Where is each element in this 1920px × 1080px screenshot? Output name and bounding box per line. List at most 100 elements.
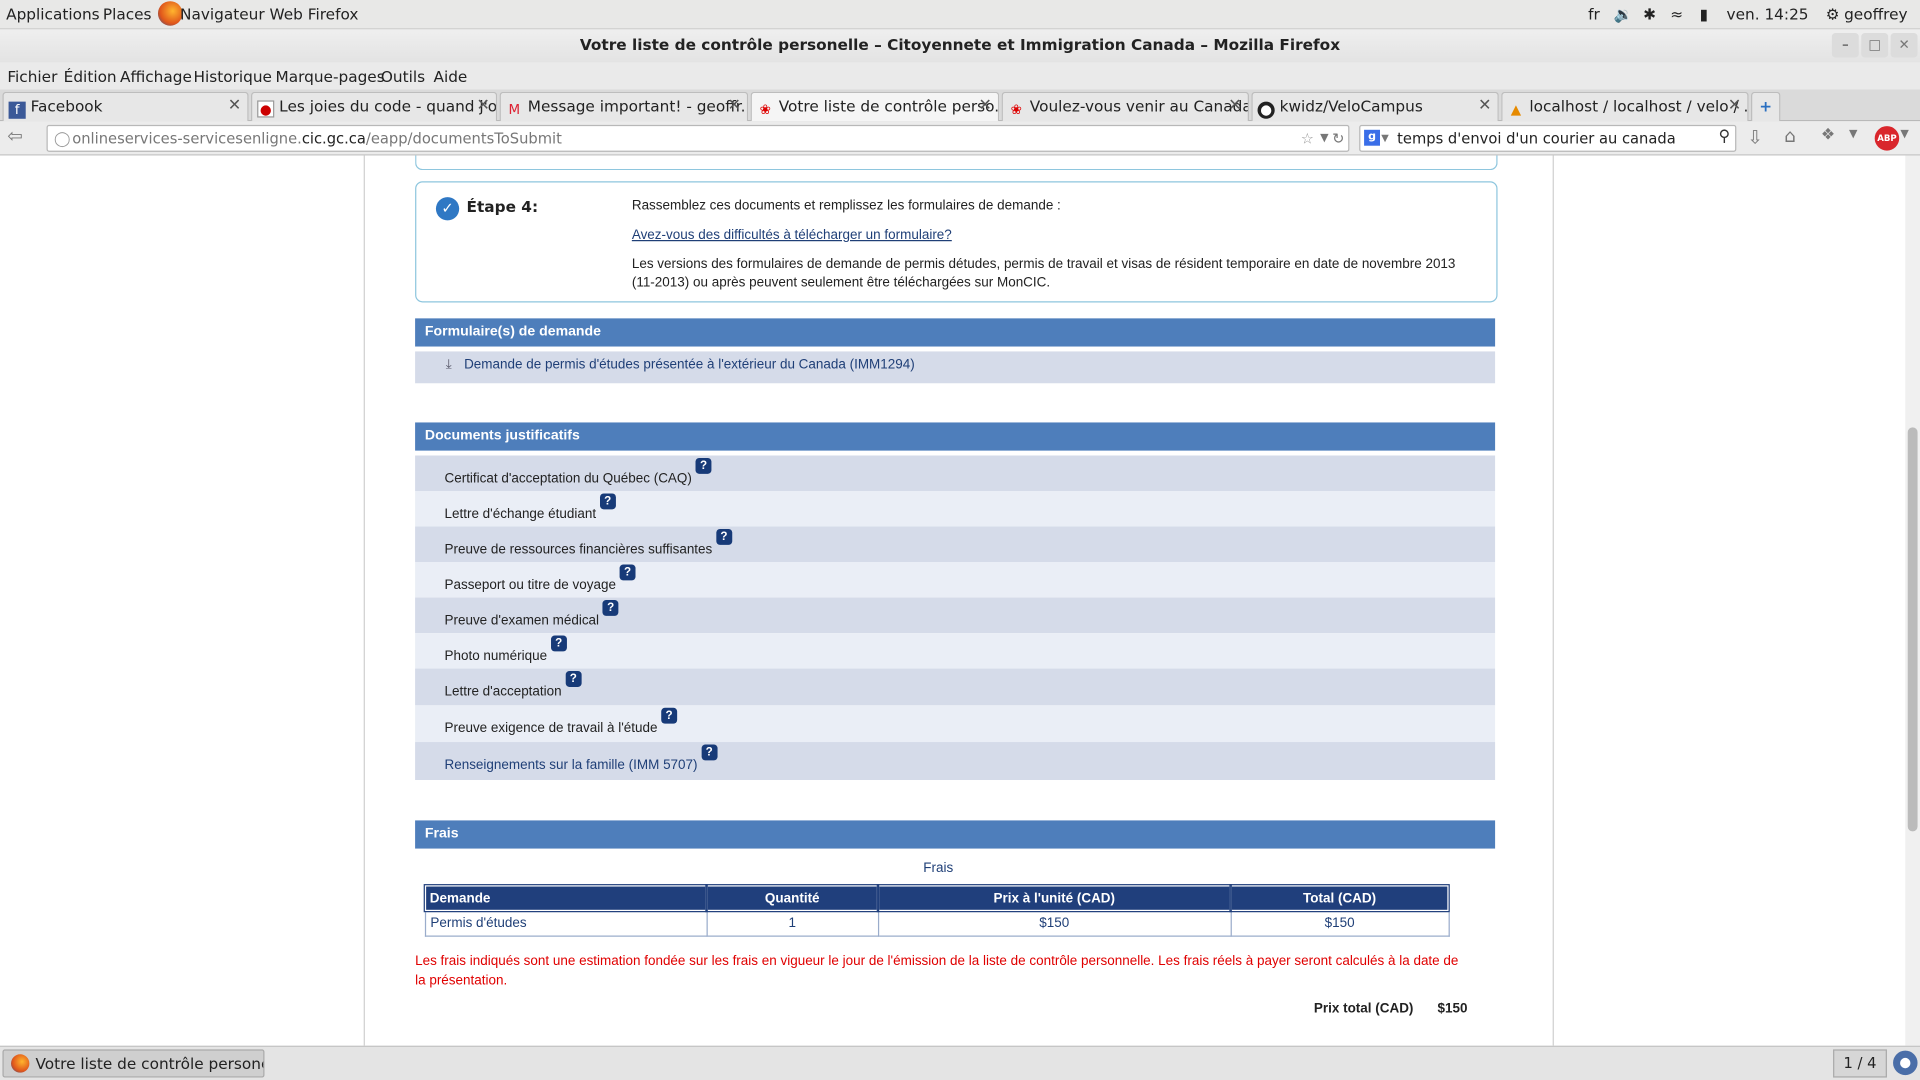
workspace-switcher[interactable]: 1 / 4 <box>1833 1049 1887 1078</box>
reload-icon[interactable]: ↻ <box>1332 126 1344 150</box>
bookmark-star-icon[interactable]: ☆ <box>1301 126 1314 150</box>
fees-section-header: Frais <box>415 820 1496 849</box>
menu-outils[interactable]: Outils <box>381 67 425 85</box>
help-icon[interactable]: ? <box>715 528 732 545</box>
total-value: $150 <box>1437 1001 1468 1017</box>
close-tab-icon[interactable]: ✕ <box>1478 93 1491 120</box>
window-titlebar: Votre liste de contrôle personelle – Cit… <box>0 29 1920 63</box>
form-row: ⤓ Demande de permis d'études présentée à… <box>415 351 1496 384</box>
bluetooth-icon[interactable]: ✱ <box>1643 5 1656 23</box>
close-tab-icon[interactable]: ✕ <box>1728 93 1741 120</box>
search-input[interactable]: temps d'envoi d'un courier au canada <box>1397 130 1676 147</box>
menu-edition[interactable]: Édition <box>64 67 117 85</box>
back-arrow-icon[interactable]: ⇦ <box>7 125 22 147</box>
page-content: ✓ Étape 4: Rassemblez ces documents et r… <box>0 155 1920 1046</box>
menu-aide[interactable]: Aide <box>433 67 467 85</box>
history-dropdown-icon[interactable]: ▼ <box>1320 126 1328 150</box>
taskbar: Votre liste de contrôle personelle ... 1… <box>0 1045 1920 1080</box>
places-menu[interactable]: Places <box>103 5 152 23</box>
table-row: Permis d'études 1 $150 $150 <box>424 910 1450 937</box>
clock[interactable]: ven. 14:25 <box>1727 5 1809 23</box>
maple-leaf-icon: ❀ <box>1010 101 1022 118</box>
wifi-icon[interactable]: ≈ <box>1670 5 1683 23</box>
menu-bar: Fichier Édition Affichage Historique Mar… <box>0 62 1920 90</box>
fees-table: Demande Quantité Prix à l'unité (CAD) To… <box>423 884 1450 937</box>
help-icon[interactable]: ? <box>602 600 619 616</box>
doc-row: Lettre d'échange étudiant? <box>415 491 1496 527</box>
tab-facebook[interactable]: f Facebook ✕ <box>2 91 249 122</box>
help-icon[interactable]: ? <box>550 635 567 652</box>
tab-joies-du-code[interactable]: ● Les joies du code - quand j'o... ✕ <box>251 91 498 122</box>
fees-header-row: Demande Quantité Prix à l'unité (CAD) To… <box>423 884 1450 913</box>
content-border-right <box>1552 155 1554 1046</box>
close-tab-icon[interactable]: ✕ <box>1228 93 1241 120</box>
notification-icon[interactable]: ● <box>1893 1050 1918 1076</box>
close-window-button[interactable]: ✕ <box>1890 33 1918 58</box>
maximize-button[interactable]: □ <box>1861 33 1889 58</box>
url-bar[interactable]: ◯ onlineservices-servicesenligne.cic.gc.… <box>46 124 1350 152</box>
taskbar-window-label: Votre liste de contrôle personelle ... <box>35 1054 264 1073</box>
scrollbar-thumb[interactable] <box>1907 427 1918 832</box>
doc-label: Preuve de ressources financières suffisa… <box>444 528 732 558</box>
close-tab-icon[interactable]: ✕ <box>228 93 241 120</box>
previous-step-box <box>415 155 1498 171</box>
user-menu[interactable]: geoffrey <box>1844 5 1907 23</box>
google-icon[interactable]: g <box>1364 129 1381 146</box>
close-tab-icon[interactable]: ✕ <box>727 93 740 120</box>
tab-voulez-vous[interactable]: ❀ Voulez-vous venir au Canada... ✕ <box>1001 91 1249 122</box>
taskbar-window-button[interactable]: Votre liste de contrôle personelle ... <box>2 1049 265 1078</box>
step-4-box: ✓ Étape 4: Rassemblez ces documents et r… <box>415 181 1498 303</box>
home-icon[interactable]: ⌂ <box>1784 125 1796 147</box>
doc-row: Renseignements sur la famille (IMM 5707)… <box>415 742 1496 781</box>
docs-section-header: Documents justificatifs <box>415 422 1496 451</box>
menu-affichage[interactable]: Affichage <box>120 67 192 85</box>
tab-gmail[interactable]: M Message important! - geoffr... ✕ <box>499 91 749 122</box>
keyboard-layout[interactable]: fr <box>1588 5 1600 23</box>
step-4-note-line2: (11-2013) ou après peuvent seulement êtr… <box>631 275 1051 291</box>
close-tab-icon[interactable]: ✕ <box>978 93 991 120</box>
tab-liste-controle[interactable]: ❀ Votre liste de contrôle perso... ✕ <box>750 91 1000 122</box>
help-icon[interactable]: ? <box>619 564 636 581</box>
download-icon[interactable]: ⇩ <box>1747 126 1762 148</box>
url-domain: cic.gc.ca <box>301 129 366 147</box>
doc-label: Preuve d'examen médical? <box>444 600 619 629</box>
total-label: Prix total (CAD) <box>1313 1001 1414 1017</box>
tab-phpmyadmin[interactable]: ▲ localhost / localhost / velo / ... ✕ <box>1501 91 1749 122</box>
search-icon[interactable]: ⚲ <box>1719 125 1731 149</box>
help-icon[interactable]: ? <box>599 493 616 510</box>
phpmyadmin-icon: ▲ <box>1510 101 1522 118</box>
new-tab-button[interactable]: + <box>1751 91 1781 122</box>
form-help-link[interactable]: Avez-vous des difficultés à télécharger … <box>632 228 952 243</box>
help-icon[interactable]: ? <box>565 671 582 687</box>
form-download-link[interactable]: Demande de permis d'études présentée à l… <box>464 358 915 373</box>
tab-label: Les joies du code - quand j'o... <box>279 96 498 116</box>
search-bar[interactable]: g ▼ temps d'envoi d'un courier au canada… <box>1359 124 1737 152</box>
close-tab-icon[interactable]: ✕ <box>476 93 489 120</box>
adblock-icon[interactable]: ABP <box>1874 126 1900 151</box>
help-icon[interactable]: ? <box>701 744 718 761</box>
gmail-icon: M <box>508 101 521 118</box>
doc-row: Preuve d'examen médical? <box>415 597 1496 634</box>
minimize-button[interactable]: – <box>1831 33 1859 58</box>
help-icon[interactable]: ? <box>661 707 678 724</box>
help-icon[interactable]: ? <box>695 457 712 474</box>
col-header: Prix à l'unité (CAD) <box>876 884 1232 913</box>
tab-label: Voulez-vous venir au Canada... <box>1029 96 1249 116</box>
menu-historique[interactable]: Historique <box>193 67 271 85</box>
page-scrollbar[interactable] <box>1905 155 1920 1046</box>
active-app-label[interactable]: Navigateur Web Firefox <box>180 5 358 23</box>
applications-menu[interactable]: Applications <box>6 5 100 23</box>
extension-dropdown-icon[interactable]: ▼ <box>1849 129 1857 141</box>
tab-github[interactable]: ● kwidz/VeloCampus ✕ <box>1251 91 1499 122</box>
adblock-dropdown-icon[interactable]: ▼ <box>1900 129 1908 141</box>
menu-fichier[interactable]: Fichier <box>7 67 57 85</box>
doc-label: Certificat d'acceptation du Québec (CAQ)… <box>444 457 712 487</box>
extension-icon[interactable]: ❖ <box>1821 126 1835 144</box>
battery-icon[interactable]: ▮ <box>1700 5 1708 23</box>
doc-row: Passeport ou titre de voyage? <box>415 562 1496 598</box>
menu-marque-pages[interactable]: Marque-pages <box>276 67 385 85</box>
volume-icon[interactable]: 🔉 <box>1614 5 1633 25</box>
forms-section-header: Formulaire(s) de demande <box>415 318 1496 347</box>
engine-dropdown-icon[interactable]: ▼ <box>1381 126 1389 150</box>
family-form-link[interactable]: Renseignements sur la famille (IMM 5707)… <box>444 744 718 774</box>
